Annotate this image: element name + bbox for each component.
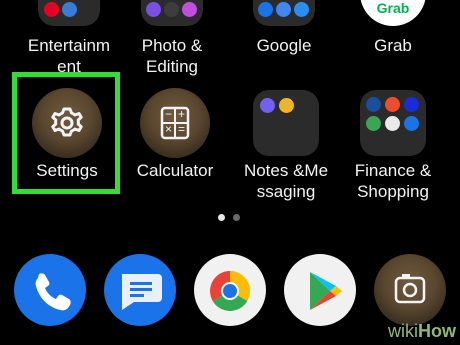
settings-app-icon[interactable] [32, 88, 102, 158]
google-duo-icon [258, 2, 273, 17]
plant-icon [366, 116, 381, 131]
finance-shopping-folder[interactable] [360, 90, 426, 156]
shopping-bag-icon [385, 97, 400, 112]
page-indicator-active [218, 214, 225, 221]
grab-icon-text: Grab [376, 0, 410, 16]
play-store-icon [310, 272, 342, 310]
app-label-photo-editing: Photo & Editing [141, 36, 203, 76]
gear-icon [51, 107, 83, 137]
google-folder[interactable] [253, 0, 315, 26]
edit-icon [164, 2, 179, 17]
app-label-google: Google [256, 36, 312, 55]
messages-app-icon[interactable] [104, 254, 176, 326]
phone-app-icon[interactable] [14, 254, 86, 326]
watermark-wiki: wiki [388, 321, 418, 341]
calculator-app-icon[interactable]: − + × = [140, 88, 210, 158]
grab-app-icon[interactable]: Grab [360, 0, 426, 26]
bdo-icon [366, 97, 381, 112]
times-symbol: × [165, 122, 173, 136]
google-drive-icon [294, 2, 309, 17]
app-label-grab: Grab [374, 36, 412, 55]
pinterest-icon [44, 2, 59, 17]
bank-icon [62, 2, 77, 17]
chrome-app-icon[interactable] [194, 254, 266, 326]
page-indicator-inactive [233, 214, 240, 221]
canva-icon [146, 2, 161, 17]
minus-symbol: − [165, 107, 173, 121]
message-icon [122, 274, 162, 310]
photo-editing-folder[interactable] [141, 0, 203, 26]
play-store-app-icon[interactable] [284, 254, 356, 326]
google-photos-icon [276, 2, 291, 17]
notes-messaging-folder[interactable] [253, 90, 319, 156]
notes-icon [279, 98, 294, 113]
picsart-icon [182, 2, 197, 17]
app-label-settings: Settings [36, 161, 98, 180]
chrome-icon [210, 271, 250, 311]
wikihow-watermark: wikiHow [388, 321, 456, 342]
app-label-notes-messaging: Notes &Me ssaging [243, 161, 329, 201]
phone-icon [35, 273, 71, 311]
calculator-icon [160, 106, 190, 140]
bank-app-icon [385, 116, 400, 131]
app-label-calculator: Calculator [136, 161, 214, 180]
watermark-how: How [418, 321, 456, 341]
lazada-icon [404, 97, 419, 112]
plus-symbol: + [178, 107, 186, 121]
camera-app-icon[interactable] [374, 254, 446, 326]
gcash-icon [404, 116, 419, 131]
app-label-finance-shopping: Finance & Shopping [354, 161, 432, 201]
viber-icon [260, 98, 275, 113]
camera-icon [394, 274, 426, 304]
entertainment-folder[interactable] [38, 0, 100, 26]
equals-symbol: = [178, 122, 186, 136]
app-label-entertainment: Entertainm ent [27, 36, 111, 76]
